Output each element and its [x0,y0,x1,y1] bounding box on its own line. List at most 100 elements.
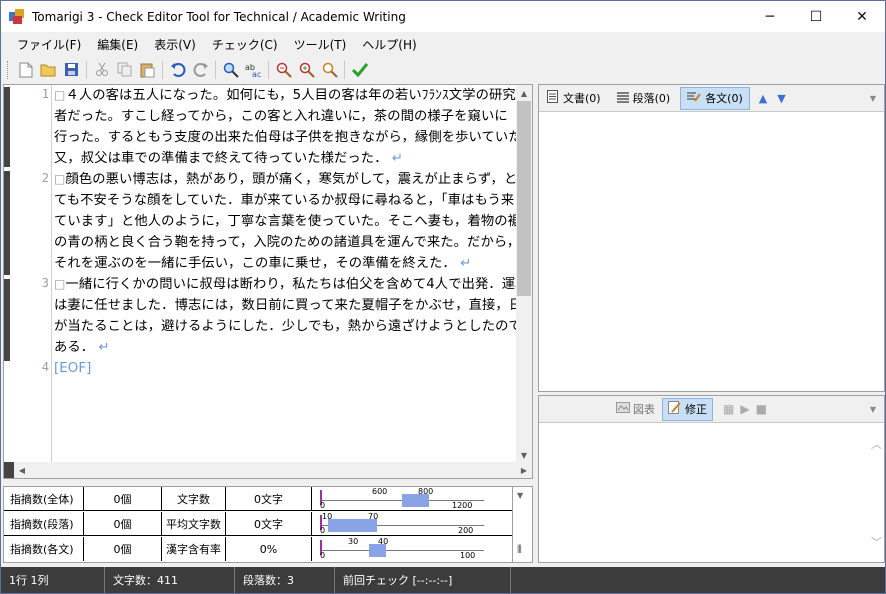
text-line: 者だった。すこし経ってから，この客と入れ違いに，茶の間の様子を窺いに [54,109,508,124]
text-line: それを運ぶのを一緒に手伝い，この車に乗せ，その準備を終えた． ↵ [54,256,472,271]
text-line: ても不安そうな顔をしていた．車が来ているか叔母に尋ねると，「車はもう来 [54,193,515,208]
paragraph-start-marker: □ [54,88,66,102]
line-number: 1 [41,87,49,101]
tab-paragraph[interactable]: 段落(0) [611,87,677,110]
issues-panel: 文書(0) 段落(0) 各文(0) ▲ ▼ ▼ [538,84,885,392]
open-folder-icon[interactable] [37,59,60,81]
editor-vertical-scrollbar[interactable]: ▲ ▼ [516,85,532,463]
menu-view[interactable]: 表示(V) [146,36,204,53]
scroll-down-icon[interactable]: ▼ [516,447,532,463]
tab-document[interactable]: 文書(0) [541,87,607,110]
scroll-left-icon[interactable]: ◀ [14,462,30,478]
maximize-button[interactable]: ☐ [793,1,839,32]
app-window: Tomarigi 3 - Check Editor Tool for Techn… [0,0,886,594]
zoom-icon[interactable] [318,59,341,81]
minimize-button[interactable]: ─ [747,1,793,32]
next-issue-icon[interactable]: ▼ [777,92,785,105]
toolbar-separator [162,60,163,79]
return-marker: ↵ [98,340,110,355]
redo-icon[interactable] [189,59,212,81]
toolbar-grip[interactable] [7,60,10,79]
detail-tab-bar: 図表 修正 ▦ ▶ ■ ▼ [539,396,884,423]
gauge-band-low-label: 600 [372,487,388,496]
close-button[interactable]: ✕ [839,1,885,32]
line-number: 2 [41,171,49,185]
paragraph-count: 段落数：3 [235,567,335,593]
cursor-position: 1行 1列 [1,567,105,593]
menu-check[interactable]: チェック(C) [204,36,286,53]
statistics-panel: 指摘数(全体) 0個 文字数 0文字 0 600 800 1200 指摘数(段落… [3,486,533,563]
stats-value: 0文字 [226,512,312,536]
stats-gauge: 0 600 800 1200 [312,487,512,511]
find-icon[interactable] [219,59,242,81]
undo-icon[interactable] [166,59,189,81]
menu-help[interactable]: ヘルプ(H) [354,36,424,53]
scroll-up-icon[interactable]: ︿ [871,436,882,452]
stats-count: 0個 [84,537,162,561]
tab-sentence[interactable]: 各文(0) [680,86,750,110]
paragraph-marker-bar [4,462,14,478]
chevron-down-icon[interactable]: ▼ [517,491,523,500]
stats-label: 指摘数(各文) [4,537,84,561]
gauge-min-label: 0 [320,551,326,560]
scroll-down-icon[interactable]: ﹀ [871,534,882,550]
new-file-icon[interactable] [14,59,37,81]
stats-gauge: 0 30 40 100 [312,537,512,561]
gauge-min-label: 0 [320,526,326,535]
stop-icon[interactable]: ■ [756,402,767,416]
figure-icon [616,402,630,416]
stats-metric: 文字数 [162,487,226,511]
grip-icon[interactable]: ⦀ [517,543,522,557]
chevron-down-icon[interactable]: ▼ [870,94,876,103]
menu-file[interactable]: ファイル(F) [9,36,89,53]
document-icon [547,90,559,106]
zoom-next-icon[interactable] [295,59,318,81]
detail-vertical-scrollbar[interactable]: ︿ ﹀ [868,424,884,562]
stats-count: 0個 [84,512,162,536]
copy-icon[interactable] [113,59,136,81]
gauge-band-low-label: 10 [322,512,333,521]
editor-text-area[interactable]: □４人の客は五人になった。如何にも，5人目の客は年の若いﾌﾗﾝｽ文学の研究 者だ… [52,85,518,463]
gauge-band-high-label: 40 [378,537,389,546]
toolbar-separator [86,60,87,79]
stats-value: 0% [226,537,312,561]
text-line: の青の柄と良く合う鞄を持って，入院のための諸道具を運んで来た。だから， [54,235,518,250]
check-icon[interactable] [348,59,371,81]
gauge-max-label: 1200 [452,501,473,510]
stats-row-sentence: 指摘数(各文) 0個 漢字含有率 0% 0 30 40 100 [4,537,512,561]
menu-tools[interactable]: ツール(T) [286,36,355,53]
eof-marker: [EOF] [54,361,92,376]
stats-row-document: 指摘数(全体) 0個 文字数 0文字 0 600 800 1200 [4,487,512,511]
paste-icon[interactable] [136,59,159,81]
zoom-prev-icon[interactable] [272,59,295,81]
tab-edit[interactable]: 修正 [662,397,713,421]
play-icon[interactable]: ▶ [740,402,749,416]
toolbar-separator [215,60,216,79]
paragraph-icon [616,91,629,106]
scroll-right-icon[interactable]: ▶ [516,462,532,478]
grid-icon[interactable]: ▦ [723,402,734,416]
scroll-up-icon[interactable]: ▲ [516,85,532,101]
menu-bar: ファイル(F) 編集(E) 表示(V) チェック(C) ツール(T) ヘルプ(H… [1,32,885,56]
sentence-icon [687,90,702,106]
detail-panel: 図表 修正 ▦ ▶ ■ ▼ ︿ ﹀ [538,395,885,563]
cut-icon[interactable] [90,59,113,81]
paragraph-start-marker: □ [54,172,66,186]
gauge-max-label: 200 [458,526,474,535]
text-line: が当たることは，避けるようにした．少しでも，熱から遠ざけようとしたので [54,319,518,334]
previous-issue-icon[interactable]: ▲ [759,92,767,105]
scrollbar-thumb[interactable] [517,101,531,296]
chevron-down-icon[interactable]: ▼ [870,405,876,414]
return-marker: ↵ [391,151,404,166]
status-bar: 1行 1列 文字数：411 段落数：3 前回チェック [--:--:--] [1,567,885,593]
spell-check-icon[interactable]: ab ac [242,59,265,81]
save-icon[interactable] [60,59,83,81]
menu-edit[interactable]: 編集(E) [89,36,146,53]
text-line: 行った。するともう支度の出来た伯母は子供を抱きながら，縁側を歩いていた。 [54,130,518,145]
gauge-band-high-label: 70 [368,512,379,521]
editor-horizontal-scrollbar[interactable]: ◀ ▶ [4,462,532,478]
edit-icon [668,401,682,417]
tab-figure[interactable]: 図表 [611,398,660,421]
stats-row-paragraph: 指摘数(段落) 0個 平均文字数 0文字 0 10 70 200 [4,512,512,536]
text-editor[interactable]: 1 2 3 4 □４人の客は五人になった。如何にも，5人目の客は年の若いﾌﾗﾝｽ… [3,84,533,479]
